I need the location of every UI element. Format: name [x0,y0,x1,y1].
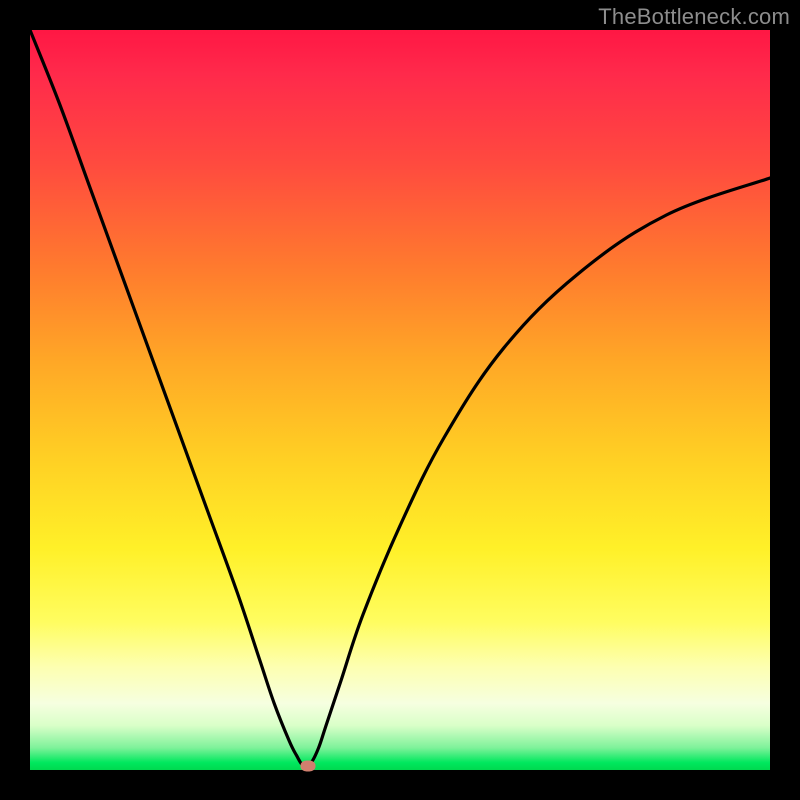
watermark-text: TheBottleneck.com [598,4,790,30]
plot-area [30,30,770,770]
chart-stage: TheBottleneck.com [0,0,800,800]
bottleneck-curve [30,30,770,770]
optimal-point-marker [300,760,315,771]
